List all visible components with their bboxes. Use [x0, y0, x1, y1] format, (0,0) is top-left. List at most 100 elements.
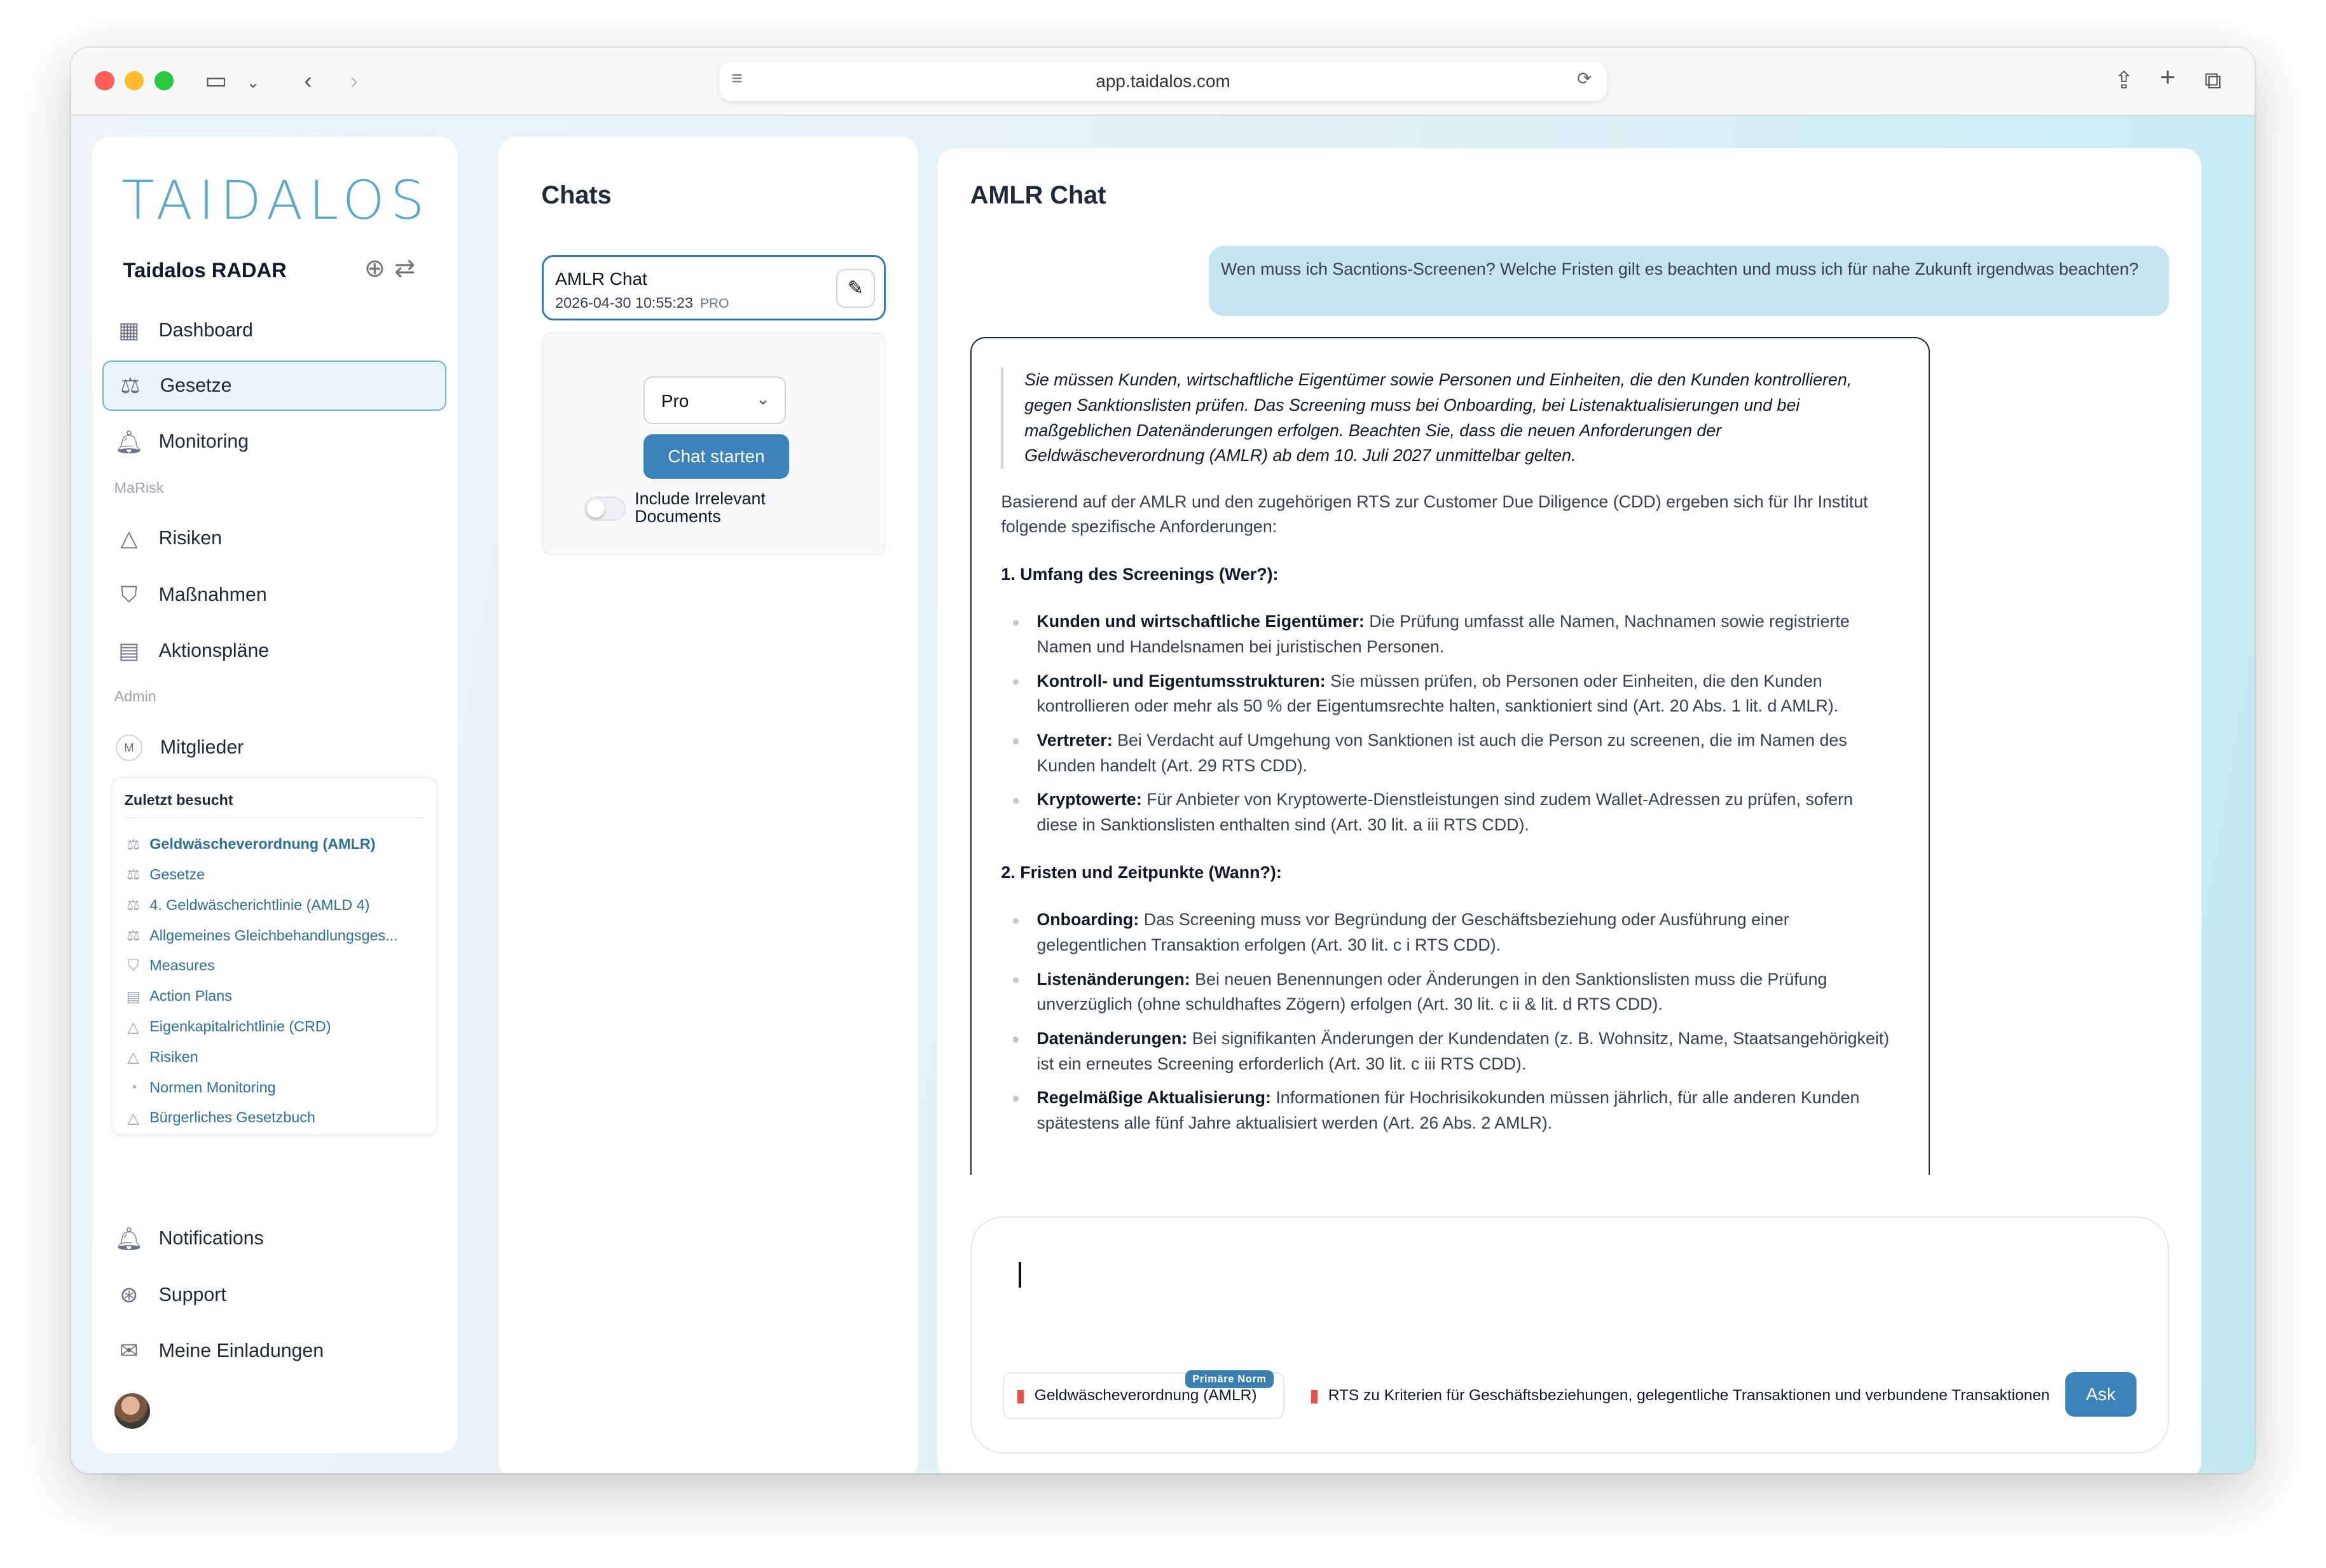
sidebar-item-label: Mitglieder	[160, 736, 244, 758]
scales-icon: ⚖	[127, 836, 141, 853]
user-avatar[interactable]	[114, 1393, 150, 1429]
sidebar-item-gesetze[interactable]: ⚖ Gesetze	[102, 360, 447, 411]
list-item: Onboarding: Das Screening muss vor Begrü…	[1001, 907, 1897, 958]
warning-icon: △	[127, 1049, 139, 1066]
pdf-file-icon: ▮	[1015, 1386, 1026, 1406]
add-circle-icon[interactable]: ⊕	[364, 254, 394, 282]
list-item: Regelmäßige Aktualisierung: Informatione…	[1001, 1085, 1897, 1136]
list-term: Listenänderungen:	[1036, 969, 1190, 989]
bell-icon: ◔	[128, 1078, 138, 1096]
chevron-down-icon: ⌄	[756, 390, 770, 408]
recent-item[interactable]: ⛉ Measures	[125, 951, 433, 981]
sidebar-item-label: Aktionspläne	[158, 640, 270, 662]
sidebar-item-support[interactable]: ⊛ Support	[102, 1270, 446, 1320]
list-term: Onboarding:	[1036, 910, 1139, 930]
maximize-window-button[interactable]	[154, 71, 174, 91]
sidebar-item-label: Maßnahmen	[158, 584, 267, 605]
scales-icon: ⚖	[127, 897, 141, 914]
browser-window: ▭ ⌄ ‹ › ≡ app.taidalos.com ⟳ ⇪ + ⧉ TAIDA…	[71, 47, 2255, 1473]
include-irrelevant-label: Include Irrelevant Documents	[635, 488, 766, 526]
list-item: Vertreter: Bei Verdacht auf Umgehung von…	[1001, 728, 1897, 778]
sidebar-item-notifications[interactable]: 🔔︎ Notifications	[102, 1213, 446, 1263]
warning-icon: △	[127, 1018, 139, 1035]
bell-icon: 🔔︎	[114, 1226, 144, 1251]
list-item: Kontroll- und Eigentumsstrukturen: Sie m…	[1001, 669, 1897, 719]
model-select[interactable]: Pro ⌄	[643, 376, 787, 424]
sidebar-item-label: Risiken	[158, 527, 222, 549]
recent-item[interactable]: ⚖ Allgemeines Gleichbehandlungsges...	[125, 920, 433, 951]
clipboard-icon: ▤	[126, 987, 141, 1005]
primary-norm-badge: Primäre Norm	[1185, 1370, 1274, 1389]
recent-item[interactable]: △ Eigenkapitalrichtlinie (CRD)	[125, 1012, 433, 1042]
chat-main-panel: AMLR Chat Wen muss ich Sacntions-Screene…	[937, 148, 2202, 1473]
scales-icon: ⚖	[127, 866, 141, 883]
answer-section-heading: 1. Umfang des Screenings (Wer?):	[1001, 564, 1279, 584]
recent-item-label: Risiken	[149, 1048, 198, 1065]
chevron-down-icon[interactable]: ⌄	[246, 68, 260, 98]
model-select-value: Pro	[661, 391, 689, 411]
list-item: Kryptowerte: Für Anbieter von Kryptowert…	[1001, 787, 1897, 837]
chat-timestamp: 2026-04-30 10:55:23	[555, 294, 693, 311]
sidebar-item-monitoring[interactable]: 🔔︎ Monitoring	[102, 417, 446, 467]
recent-item[interactable]: ⚖ Geldwäscheverordnung (AMLR)	[125, 829, 433, 860]
recent-item[interactable]: ⚖ 4. Geldwäscherichtlinie (AMLD 4)	[125, 890, 433, 920]
member-avatar: M	[115, 734, 142, 761]
message-composer[interactable]: ▮ Geldwäscheverordnung (AMLR) Primäre Nor…	[970, 1216, 2169, 1454]
recent-item-label: Geldwäscheverordnung (AMLR)	[149, 836, 376, 853]
minimize-window-button[interactable]	[124, 71, 144, 91]
recent-item[interactable]: ▤ Action Plans	[125, 981, 433, 1012]
list-text: Für Anbieter von Kryptowerte-Dienstleist…	[1036, 790, 1853, 834]
address-bar[interactable]: ≡ app.taidalos.com ⟳	[719, 62, 1607, 101]
answer-list: Kunden und wirtschaftliche Eigentümer: D…	[1001, 609, 1897, 837]
tabs-overview-icon[interactable]: ⧉	[2205, 65, 2222, 95]
sidebar-item-einladungen[interactable]: ✉ Meine Einladungen	[102, 1326, 446, 1377]
edit-chat-button[interactable]: ✎	[836, 268, 875, 308]
list-term: Kontroll- und Eigentumsstrukturen:	[1036, 671, 1326, 691]
recent-item[interactable]: △ Risiken	[125, 1042, 433, 1072]
switch-arrows-icon[interactable]: ⇄	[394, 254, 424, 282]
close-window-button[interactable]	[95, 71, 114, 91]
chat-title-heading: AMLR Chat	[970, 181, 1106, 209]
recent-item[interactable]: ◔ Normen Monitoring	[125, 1072, 433, 1103]
forward-arrow-icon[interactable]: ›	[350, 65, 358, 95]
pencil-icon: ✎	[847, 277, 864, 299]
sidebar-item-label: Meine Einladungen	[158, 1340, 324, 1362]
document-chip[interactable]: ▮ RTS zu Kriterien für Geschäftsbeziehung…	[1296, 1372, 2053, 1420]
share-icon[interactable]: ⇪	[2114, 65, 2134, 95]
new-tab-icon[interactable]: +	[2160, 62, 2176, 92]
recent-item-label: Measures	[149, 957, 215, 974]
recent-item-label: Bürgerliches Gesetzbuch	[149, 1109, 315, 1126]
sidebar-item-label: Dashboard	[158, 320, 253, 341]
list-term: Kryptowerte:	[1036, 790, 1142, 809]
recent-item-label: Eigenkapitalrichtlinie (CRD)	[149, 1018, 331, 1035]
sidebar-item-label: Notifications	[158, 1228, 264, 1249]
sidebar-item-aktionsplaene[interactable]: ▤ Aktionspläne	[102, 626, 446, 676]
browser-titlebar: ▭ ⌄ ‹ › ≡ app.taidalos.com ⟳ ⇪ + ⧉	[71, 47, 2255, 116]
sidebar-item-dashboard[interactable]: ▦ Dashboard	[102, 306, 446, 356]
app-title: Taidalos RADAR	[123, 258, 287, 282]
back-arrow-icon[interactable]: ‹	[304, 65, 312, 95]
recent-item[interactable]: △ Bürgerliches Gesetzbuch	[125, 1103, 433, 1133]
shield-icon: ⛉	[120, 582, 138, 607]
sidebar-item-label: Monitoring	[158, 431, 249, 453]
reload-icon[interactable]: ⟳	[1577, 68, 1592, 89]
clipboard-icon: ▤	[118, 638, 140, 664]
scales-icon: ⚖	[120, 373, 141, 398]
chat-list-item[interactable]: AMLR Chat 2026-04-30 10:55:23 PRO ✎	[541, 255, 886, 320]
answer-section-heading: 2. Fristen und Zeitpunkte (Wann?):	[1001, 862, 1282, 882]
shield-icon: ⛉	[127, 957, 139, 974]
start-chat-button[interactable]: Chat starten	[643, 434, 789, 479]
sidebar-toggle-icon[interactable]: ▭	[205, 65, 227, 95]
ask-button[interactable]: Ask	[2065, 1372, 2137, 1417]
recent-item[interactable]: ⚖ Gesetze	[125, 860, 433, 890]
document-chip-label: RTS zu Kriterien für Geschäftsbeziehunge…	[1328, 1386, 2050, 1404]
taidalos-logo: TAIDALOS	[121, 168, 430, 231]
sidebar-item-mitglieder[interactable]: M Mitglieder	[102, 722, 446, 773]
sidebar-item-risiken[interactable]: △ Risiken	[102, 513, 446, 563]
list-term: Regelmäßige Aktualisierung:	[1036, 1088, 1271, 1108]
include-irrelevant-toggle[interactable]	[584, 497, 626, 521]
list-term: Datenänderungen:	[1036, 1028, 1188, 1048]
sidebar-item-massnahmen[interactable]: ⛉ Maßnahmen	[102, 570, 446, 620]
recent-item-label: Allgemeines Gleichbehandlungsges...	[149, 926, 398, 944]
grid-icon: ▦	[118, 318, 140, 343]
